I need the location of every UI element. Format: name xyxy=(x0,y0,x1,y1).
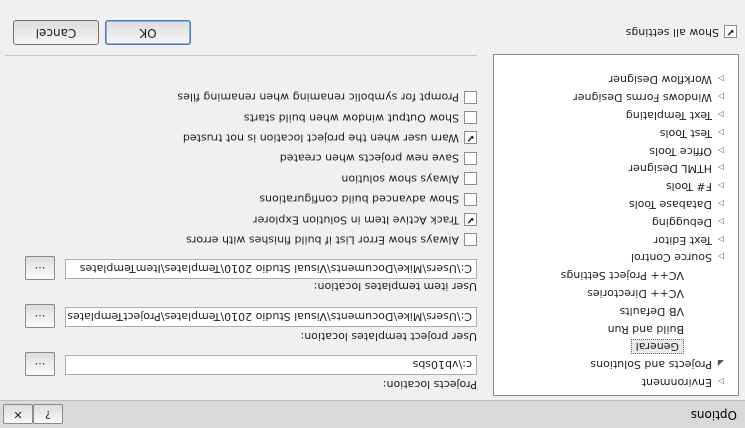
option-checkbox-row[interactable]: Always show Error List if build finishes… xyxy=(186,231,477,247)
option-label: Track Active Item in Solution Explorer xyxy=(253,213,459,227)
expand-arrow-icon[interactable]: ▷ xyxy=(712,69,724,87)
tree-item[interactable]: ▷Windows Forms Designer xyxy=(573,88,724,106)
tree-item-label: F# Tools xyxy=(665,180,712,194)
tree-item-label: Projects and Solutions xyxy=(590,358,712,372)
help-button[interactable]: ? xyxy=(33,404,63,424)
tree-item[interactable]: ▷Test Tools xyxy=(660,124,724,142)
project-templates-label: User project templates location: xyxy=(300,330,477,343)
tree-item[interactable]: ▷Source Control xyxy=(631,248,724,266)
option-checkbox-row[interactable]: Prompt for symbolic renaming when renami… xyxy=(177,88,477,104)
expand-arrow-icon[interactable]: ▷ xyxy=(712,230,724,248)
option-label: Warn user when the project location is n… xyxy=(182,131,459,145)
item-templates-input[interactable]: C:\Users\Mike\Documents\Visual Studio 20… xyxy=(65,259,477,279)
window-title: Options xyxy=(690,408,737,422)
option-label: Prompt for symbolic renaming when renami… xyxy=(177,90,459,104)
tree-item[interactable]: ▷Office Tools xyxy=(649,142,724,160)
checkbox-icon[interactable]: ✔ xyxy=(464,213,477,227)
expand-arrow-icon[interactable]: ▷ xyxy=(712,176,724,194)
expand-arrow-icon[interactable]: ▷ xyxy=(712,87,724,105)
checkbox-icon[interactable] xyxy=(464,233,477,247)
tree-item[interactable]: Build and Run xyxy=(608,320,696,338)
tree-item-label: Text Editor xyxy=(653,233,712,247)
tree-item-label: Environment xyxy=(641,376,712,389)
tree-item[interactable]: VB Defaults xyxy=(620,302,697,320)
show-all-settings-checkbox[interactable]: ✔ Show all settings xyxy=(625,25,737,39)
expand-arrow-icon[interactable]: ▷ xyxy=(712,247,724,265)
checkbox-icon[interactable] xyxy=(464,192,477,206)
expand-arrow-icon[interactable]: ▷ xyxy=(712,372,724,390)
tree-item[interactable]: ◢Projects and Solutions xyxy=(590,355,724,373)
option-label: Save new projects when created xyxy=(279,151,459,165)
tree-item-label: Test Tools xyxy=(659,126,712,140)
cancel-button[interactable]: Cancel xyxy=(13,20,99,45)
expand-arrow-icon[interactable]: ▷ xyxy=(712,123,724,141)
tree-item-label: VC++ Directories xyxy=(587,287,684,300)
options-tree[interactable]: ▷Environment ◢Projects and Solutions Gener… xyxy=(493,54,739,396)
project-templates-browse-button[interactable]: ... xyxy=(25,304,55,328)
tree-item-label: Text Templating xyxy=(625,109,712,122)
tree-item-label: Windows Forms Designer xyxy=(573,91,712,105)
item-templates-label: User item templates location: xyxy=(313,280,477,293)
tree-item-label: Debugging xyxy=(651,215,712,229)
tree-item[interactable]: ▷Database Tools xyxy=(629,195,724,213)
tree-item-label: VC++ Project Settings xyxy=(560,269,684,283)
checkbox-icon[interactable] xyxy=(464,111,477,125)
expand-arrow-icon[interactable]: ▷ xyxy=(712,194,724,212)
tree-item-label: Office Tools xyxy=(649,144,712,158)
expand-arrow-icon[interactable]: ▷ xyxy=(712,141,724,159)
checkbox-icon[interactable] xyxy=(464,151,477,165)
tree-item[interactable]: ▷Debugging xyxy=(652,213,724,231)
option-checkbox-row[interactable]: ✔ Warn user when the project location is … xyxy=(183,129,477,145)
tree-item[interactable]: ▷Environment xyxy=(642,373,724,391)
tree-item-label: VB Defaults xyxy=(619,304,685,318)
project-templates-input[interactable]: C:\Users\Mike\Documents\Visual Studio 20… xyxy=(65,307,477,327)
expand-arrow-icon[interactable]: ▷ xyxy=(712,105,724,123)
item-templates-browse-button[interactable]: ... xyxy=(25,256,55,280)
option-checkbox-row[interactable]: Always show solution xyxy=(341,170,477,186)
projects-location-input[interactable]: c:\vb10sbs xyxy=(65,355,477,375)
ok-button[interactable]: OK xyxy=(105,20,191,45)
projects-location-browse-button[interactable]: ... xyxy=(25,352,55,376)
tree-item-label: General xyxy=(630,339,684,355)
tree-item-label: Database Tools xyxy=(628,198,712,211)
option-label: Always show Error List if build finishes… xyxy=(186,233,459,247)
options-dialog: Options ? ✕ ▷Environment ◢Projects and So… xyxy=(0,0,745,428)
checkbox-icon[interactable] xyxy=(464,172,477,186)
option-label: Always show solution xyxy=(341,172,459,186)
tree-item[interactable]: General xyxy=(630,337,696,355)
tree-item-label: Source Control xyxy=(630,251,712,265)
option-checkbox-row[interactable]: ✔ Track Active Item in Solution Explorer xyxy=(253,211,477,227)
option-label: Show advanced build configurations xyxy=(259,192,459,206)
tree-item[interactable]: ▷Text Editor xyxy=(654,231,724,249)
tree-item[interactable]: ▷F# Tools xyxy=(666,177,724,195)
option-checkbox-row[interactable]: Save new projects when created xyxy=(280,149,477,165)
tree-item-label: HTML Designer xyxy=(628,162,712,176)
option-label: Show Output window when build starts xyxy=(243,111,459,125)
expand-arrow-icon[interactable]: ◢ xyxy=(712,354,724,372)
tree-item[interactable]: VC++ Project Settings xyxy=(561,266,696,284)
tree-item[interactable]: ▷Text Templating xyxy=(626,106,724,124)
tree-item[interactable]: ▷Workflow Designer xyxy=(609,70,724,88)
tree-item-label: Build and Run xyxy=(607,322,684,336)
checkbox-icon[interactable]: ✔ xyxy=(464,131,477,145)
checkbox-icon[interactable] xyxy=(464,90,477,104)
option-checkbox-row[interactable]: Show Output window when build starts xyxy=(244,109,477,125)
title-bar: Options ? ✕ xyxy=(0,400,745,428)
close-button[interactable]: ✕ xyxy=(3,404,33,424)
tree-item-label: Workflow Designer xyxy=(608,73,712,87)
projects-location-label: Projects location: xyxy=(382,378,477,391)
tree-item[interactable]: VC++ Directories xyxy=(587,284,696,302)
checkbox-icon[interactable]: ✔ xyxy=(724,25,737,39)
option-checkbox-row[interactable]: Show advanced build configurations xyxy=(259,190,477,206)
expand-arrow-icon[interactable]: ▷ xyxy=(712,212,724,230)
show-all-settings-label: Show all settings xyxy=(625,26,719,39)
expand-arrow-icon[interactable]: ▷ xyxy=(712,158,724,176)
tree-item[interactable]: ▷HTML Designer xyxy=(629,159,724,177)
divider xyxy=(5,55,477,56)
